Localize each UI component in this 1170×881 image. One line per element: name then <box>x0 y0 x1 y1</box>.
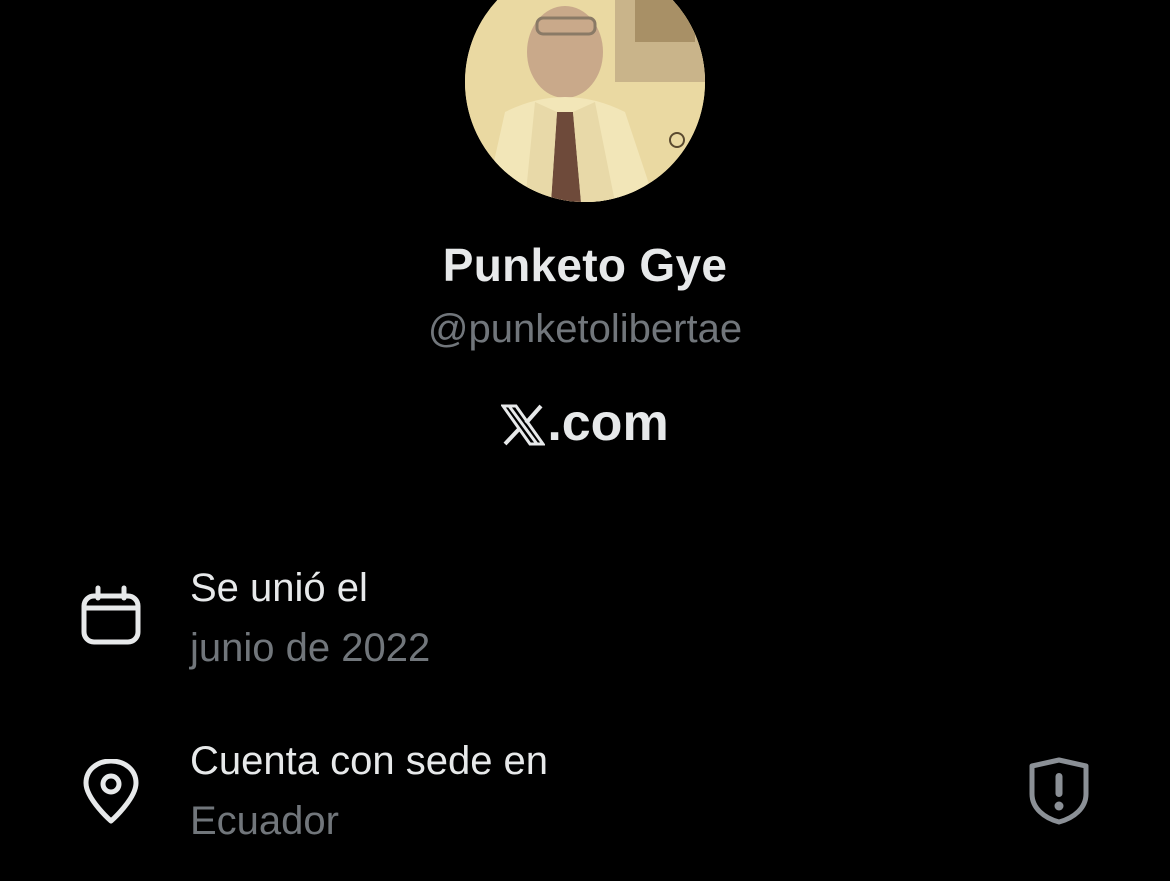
joined-label: Se unió el <box>190 566 368 610</box>
location-value: Ecuador <box>190 799 339 843</box>
joined-value: junio de 2022 <box>190 626 431 670</box>
x-logo-icon <box>501 404 546 446</box>
avatar-image <box>465 0 705 202</box>
location-label: Cuenta con sede en <box>190 739 549 783</box>
joined-date-row: Se unió el junio de 2022 <box>0 560 1170 680</box>
x-com-brand: .com <box>0 393 1170 453</box>
calendar-icon <box>81 585 141 645</box>
profile-handle: @punketolibertae <box>427 307 743 351</box>
account-location-row: Cuenta con sede en Ecuador <box>0 735 1170 855</box>
location-pin-icon <box>83 759 139 824</box>
profile-avatar[interactable] <box>465 0 705 202</box>
brand-suffix: .com <box>547 394 669 452</box>
shield-alert-icon[interactable] <box>1026 756 1092 826</box>
profile-display-name: Punketo Gye <box>442 239 728 291</box>
